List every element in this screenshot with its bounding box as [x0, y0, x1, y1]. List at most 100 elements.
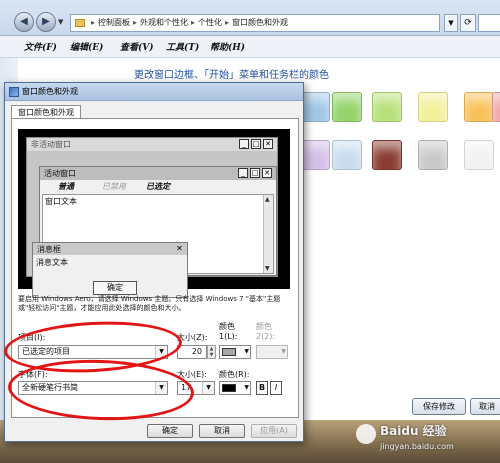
control-panel-icon	[75, 18, 85, 27]
recent-pages-icon[interactable]: ▼	[58, 18, 63, 26]
color-swatch[interactable]	[332, 140, 362, 170]
watermark-url: jingyan.baidu.com	[380, 442, 454, 451]
watermark: Baidu 经验 jingyan.baidu.com	[352, 420, 500, 460]
font-size-label: 大小(E):	[177, 370, 207, 379]
color-swatch[interactable]	[372, 92, 402, 122]
appearance-panel: 非活动窗口 _ □ ✕ 活动窗口 _ □ ✕ 普通 已禁用 已选定 窗口文本 ▲…	[11, 118, 299, 418]
breadcrumb-window-color[interactable]: 窗口颜色和外观	[232, 18, 288, 27]
minimize-icon: _	[238, 168, 248, 178]
inactive-window-title: 非活动窗口	[31, 140, 71, 149]
message-box-preview[interactable]: 消息框 ✕ 消息文本 确定	[32, 242, 188, 298]
message-text: 消息文本	[36, 258, 68, 267]
breadcrumb-control-panel[interactable]: 控制面板	[98, 18, 130, 27]
color-swatch[interactable]	[372, 140, 402, 170]
font-size-select[interactable]: 17 ▼	[177, 381, 215, 395]
breadcrumb-separator-icon: ▸	[191, 18, 196, 27]
active-window-title: 活动窗口	[44, 169, 76, 178]
close-icon: ✕	[263, 139, 273, 149]
font-select[interactable]: 全新硬笔行书简 ▼	[18, 381, 168, 395]
window-color-dialog: 窗口颜色和外观 窗口颜色和外观 非活动窗口 _ □ ✕ 活动窗口 _ □ ✕ 普…	[4, 82, 304, 442]
address-toolbar: ◀ ▶ ▼ ▸ 控制面板 ▸ 外观和个性化 ▸ 个性化 ▸ 窗口颜色和外观 ▼ ⟳	[0, 0, 500, 36]
refresh-icon[interactable]: ⟳	[460, 14, 476, 32]
scroll-up-icon: ▲	[265, 196, 270, 203]
chevron-down-icon: ▼	[281, 348, 286, 355]
bold-toggle[interactable]: B	[256, 381, 268, 395]
item-size-input[interactable]: 20	[177, 345, 207, 359]
address-bar[interactable]: ▸ 控制面板 ▸ 外观和个性化 ▸ 个性化 ▸ 窗口颜色和外观	[70, 14, 440, 32]
close-icon: ✕	[262, 168, 272, 178]
font-select-value: 全新硬笔行书简	[22, 383, 78, 392]
aero-info-text: 要启用 Windows Aero，请选择 Windows 主题。只有选择 Win…	[18, 295, 281, 312]
dialog-titlebar[interactable]: 窗口颜色和外观	[5, 83, 303, 101]
color-swatch[interactable]	[300, 140, 330, 170]
menu-bar: 文件(F) 编辑(E) 查看(V) 工具(T) 帮助(H)	[0, 36, 500, 58]
breadcrumb-appearance[interactable]: 外观和个性化	[140, 18, 188, 27]
menu-help[interactable]: 帮助(H)	[210, 40, 245, 53]
color-swatch[interactable]	[464, 140, 494, 170]
font-color-chip	[222, 384, 236, 392]
chevron-down-icon: ▼	[155, 346, 167, 358]
italic-toggle[interactable]: I	[270, 381, 282, 395]
menu-selected[interactable]: 已选定	[146, 181, 170, 192]
apply-button[interactable]: 应用(A)	[251, 424, 297, 438]
watermark-brand: Baidu 经验	[380, 424, 447, 438]
scrollbar[interactable]: ▲ ▼	[263, 195, 273, 273]
maximize-icon: □	[250, 168, 260, 178]
chevron-down-icon: ▼	[202, 382, 214, 394]
chevron-down-icon: ▼	[155, 382, 167, 394]
color-swatch[interactable]	[332, 92, 362, 122]
breadcrumb-separator-icon: ▸	[225, 18, 230, 27]
address-dropdown-icon[interactable]: ▼	[444, 14, 458, 32]
color2-picker[interactable]: ▼	[256, 345, 288, 359]
search-input[interactable]	[478, 14, 500, 32]
breadcrumb-separator-icon: ▸	[133, 18, 138, 27]
color1-label: 颜色 1(L):	[219, 322, 238, 341]
baidu-paw-logo-icon	[356, 424, 376, 444]
color-swatch[interactable]	[464, 92, 494, 122]
preview-ok-button[interactable]: 确定	[93, 281, 137, 295]
menu-view[interactable]: 查看(V)	[120, 40, 154, 53]
menu-edit[interactable]: 编辑(E)	[70, 40, 103, 53]
window-text: 窗口文本	[45, 197, 77, 206]
active-window-titlebar[interactable]: 活动窗口 _ □ ✕	[40, 167, 276, 180]
save-changes-button[interactable]: 保存修改	[412, 398, 466, 415]
active-window-menu[interactable]: 普通 已禁用 已选定	[40, 181, 276, 193]
cancel-button[interactable]: 取消	[470, 398, 500, 415]
breadcrumb-separator-icon: ▸	[91, 18, 96, 27]
color-swatch[interactable]	[418, 140, 448, 170]
minimize-icon: _	[239, 139, 249, 149]
message-box-title: 消息框	[37, 245, 61, 254]
dialog-tabs: 窗口颜色和外观	[5, 101, 303, 119]
chevron-down-icon: ▼	[244, 348, 249, 355]
window-color-icon	[9, 87, 19, 97]
breadcrumb-personalization[interactable]: 个性化	[198, 18, 222, 27]
back-button[interactable]: ◀	[14, 12, 34, 32]
message-box-titlebar[interactable]: 消息框 ✕	[33, 243, 187, 255]
color-swatch[interactable]	[300, 92, 330, 122]
chevron-down-icon: ▼	[244, 384, 249, 391]
appearance-preview[interactable]: 非活动窗口 _ □ ✕ 活动窗口 _ □ ✕ 普通 已禁用 已选定 窗口文本 ▲…	[18, 129, 290, 298]
item-select[interactable]: 已选定的项目 ▼	[18, 345, 168, 359]
item-size-label: 大小(Z):	[177, 333, 208, 342]
color1-picker[interactable]: ▼	[219, 345, 251, 359]
tab-window-color[interactable]: 窗口颜色和外观	[11, 105, 81, 119]
menu-tools[interactable]: 工具(T)	[166, 40, 199, 53]
close-icon: ✕	[176, 244, 183, 253]
cancel-button[interactable]: 取消	[199, 424, 245, 438]
item-label: 项目(I):	[18, 333, 46, 342]
menu-file[interactable]: 文件(F)	[24, 40, 57, 53]
menu-normal[interactable]: 普通	[58, 181, 74, 192]
color-swatch[interactable]	[492, 92, 500, 122]
font-color-label: 颜色(R):	[219, 370, 250, 379]
menu-disabled[interactable]: 已禁用	[102, 181, 126, 192]
item-size-stepper[interactable]: ▲ ▼	[207, 345, 216, 359]
page-title: 更改窗口边框、「开始」菜单和任务栏的颜色	[134, 70, 329, 81]
ok-button[interactable]: 确定	[147, 424, 193, 438]
color2-label: 颜色 2(2):	[256, 322, 276, 341]
inactive-window-titlebar[interactable]: 非活动窗口 _ □ ✕	[27, 138, 277, 151]
forward-button[interactable]: ▶	[36, 12, 56, 32]
color-swatch[interactable]	[418, 92, 448, 122]
color1-chip	[222, 348, 236, 356]
font-color-picker[interactable]: ▼	[219, 381, 251, 395]
font-label: 字体(F):	[18, 370, 48, 379]
